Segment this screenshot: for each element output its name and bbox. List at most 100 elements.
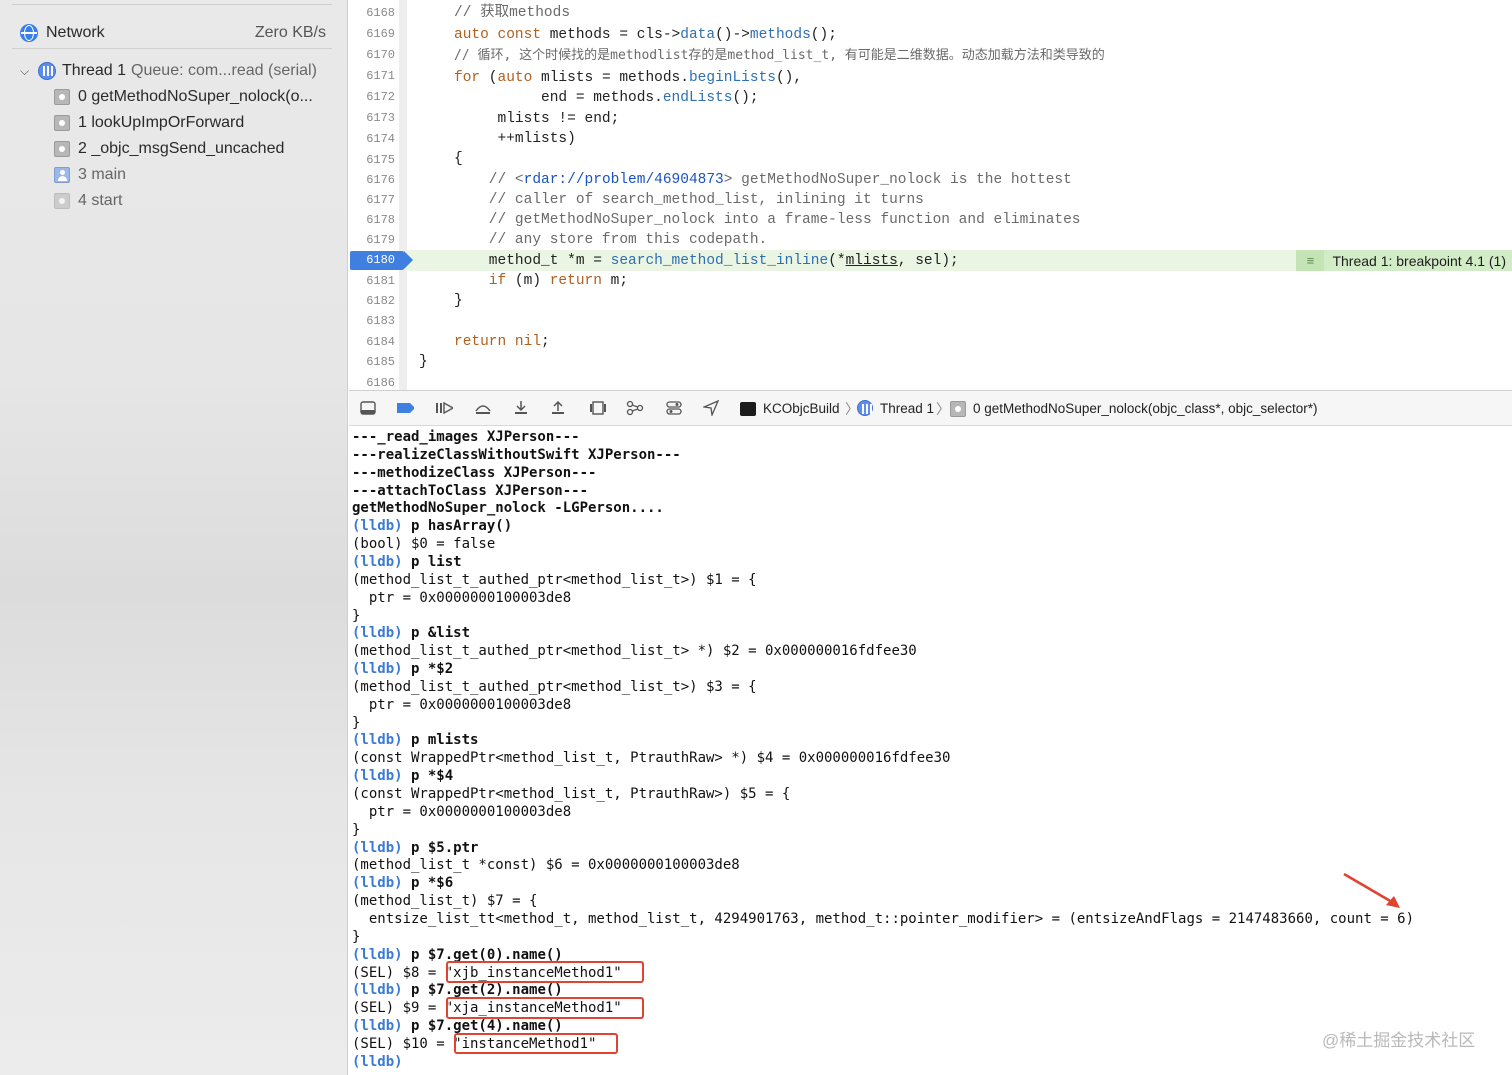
code-token: search_method_list_inline: [610, 253, 829, 269]
line-number: 6168: [366, 6, 395, 20]
terminal-icon: [739, 401, 757, 417]
code-token: ()->: [715, 27, 750, 43]
simulate-location-icon[interactable]: [702, 400, 720, 416]
code-token: end = methods.: [454, 90, 663, 106]
code-token: auto: [497, 70, 533, 86]
code-line: return nil;: [454, 332, 550, 352]
hide-debug-area-icon[interactable]: [359, 400, 377, 416]
console-output-line: (method_list_t) $7 = {: [352, 893, 538, 910]
line-number: 6176: [366, 173, 395, 187]
step-out-icon[interactable]: [549, 400, 567, 416]
code-line: // getMethodNoSuper_nolock into a frame-…: [454, 212, 1081, 228]
lldb-prompt: (lldb): [352, 982, 403, 999]
lldb-prompt: (lldb): [352, 553, 403, 570]
code-token: m;: [601, 273, 629, 289]
separator: [12, 4, 332, 5]
console-output-line: ptr = 0x0000000100003de8: [352, 696, 572, 713]
annotation-box: [446, 961, 644, 983]
breakpoint-marker[interactable]: 6180: [349, 250, 413, 271]
console-command: p *$2: [402, 661, 454, 678]
code-token: ;: [541, 334, 550, 350]
console-output-line: ---methodizeClass XJPerson---: [352, 464, 597, 481]
lldb-prompt: (lldb): [352, 661, 403, 678]
debug-navigator: Network Zero KB/s ⌵ Thread 1 Queue: com.…: [0, 0, 348, 1075]
line-number: 6174: [366, 132, 395, 146]
code-line: {: [454, 151, 463, 167]
code-token: methods: [749, 27, 811, 43]
lldb-prompt: (lldb): [352, 1053, 403, 1070]
line-number: 6186: [366, 376, 395, 390]
console-command-line: (lldb) p mlists: [352, 731, 478, 749]
thread-icon: [38, 62, 56, 80]
console-command-line: (lldb) p $5.ptr: [352, 839, 478, 857]
view-hierarchy-icon[interactable]: [589, 400, 607, 416]
step-into-icon[interactable]: [512, 400, 530, 416]
console-command: p $7.get(2).name(): [402, 982, 563, 999]
code-line: ++mlists): [454, 131, 576, 147]
chevron-right-icon: 〉: [936, 401, 950, 417]
code-line: auto const methods = cls->data()->method…: [454, 25, 837, 45]
stack-frame-0[interactable]: 0 getMethodNoSuper_nolock(o...: [54, 84, 313, 110]
code-token: methods = cls->: [541, 27, 681, 43]
code-token: return: [549, 273, 602, 289]
chevron-down-icon[interactable]: ⌵: [20, 64, 34, 79]
source-editor[interactable]: 6168 6169 6170 6171 6172 6173 6174 6175 …: [349, 0, 1512, 390]
lldb-prompt: (lldb): [352, 518, 403, 535]
frame-label: 2 _objc_msgSend_uncached: [78, 140, 285, 157]
thread-name: Thread 1: [62, 62, 127, 79]
console-output-line: (const WrappedPtr<method_list_t, Ptrauth…: [352, 750, 951, 767]
line-number: 6184: [366, 335, 395, 349]
line-number: 6175: [366, 153, 395, 167]
stack-frame-4[interactable]: 4 start: [54, 188, 122, 214]
console-output-line: ptr = 0x0000000100003de8: [352, 803, 572, 820]
console-command-line: (lldb) p list: [352, 553, 462, 571]
memory-graph-icon[interactable]: [626, 400, 644, 416]
annotation-arrow: [1343, 872, 1400, 908]
stack-frame-2[interactable]: 2 _objc_msgSend_uncached: [54, 136, 284, 162]
code-line: }: [419, 354, 428, 370]
console-command-line: (lldb): [352, 1053, 403, 1071]
gutter-ribbon: [399, 0, 407, 390]
thread-row[interactable]: ⌵ Thread 1 Queue: com...read (serial): [20, 58, 317, 84]
line-number: 6173: [366, 111, 395, 125]
frame-label: 4 start: [78, 192, 123, 209]
lldb-prompt: (lldb): [352, 875, 403, 892]
code-line-current: method_t *m = search_method_list_inline(…: [454, 251, 959, 271]
code-line: if (m) return m;: [454, 271, 628, 291]
line-number: 6177: [366, 193, 395, 207]
console-command: p $5.ptr: [402, 839, 479, 856]
environment-overrides-icon[interactable]: [665, 400, 683, 416]
rdar-link[interactable]: rdar://problem/46904873: [524, 172, 724, 188]
step-over-icon[interactable]: [474, 400, 492, 416]
code-token: mlists: [845, 253, 898, 269]
code-line: mlists != end;: [454, 111, 620, 127]
breadcrumb-scheme[interactable]: KCObjcBuild: [763, 400, 840, 418]
lldb-prompt: (lldb): [352, 768, 403, 785]
console-output-line: }: [352, 714, 361, 731]
continue-icon[interactable]: [435, 400, 453, 416]
code-line: for (auto mlists = methods.beginLists(),: [454, 68, 802, 88]
frame-label: 0 getMethodNoSuper_nolock(o...: [78, 88, 313, 105]
console-command: p *$6: [402, 875, 454, 892]
console-command-line: (lldb) p *$6: [352, 874, 453, 892]
console-output-line: (method_list_t_authed_ptr<method_list_t>…: [352, 678, 757, 695]
stack-frame-1[interactable]: 1 lookUpImpOrForward: [54, 110, 244, 136]
console-command: p mlists: [402, 732, 479, 749]
stack-frame-3[interactable]: 3 main: [54, 162, 126, 188]
breadcrumb-thread[interactable]: Thread 1: [880, 400, 934, 418]
code-token: mlists = methods.: [532, 70, 689, 86]
lldb-prompt: (lldb): [352, 732, 403, 749]
console-command: p *$4: [402, 768, 454, 785]
breakpoints-toggle-icon[interactable]: [396, 400, 414, 416]
breakpoint-tip: [404, 251, 413, 269]
console-output-line: (method_list_t_authed_ptr<method_list_t>…: [352, 643, 917, 660]
network-gauge[interactable]: Network Zero KB/s: [20, 20, 330, 46]
user-code-icon: [54, 167, 70, 183]
breakpoint-annotation[interactable]: ≡ Thread 1: breakpoint 4.1 (1): [1296, 250, 1512, 271]
code-token: return nil: [454, 334, 542, 350]
console-output-line: (method_list_t *const) $6 = 0x0000000100…: [352, 857, 740, 874]
breadcrumb-frame[interactable]: 0 getMethodNoSuper_nolock(objc_class*, o…: [973, 400, 1317, 418]
console-command: p $7.get(4).name(): [402, 1018, 563, 1035]
network-label: Network: [46, 24, 105, 41]
frame-icon: [54, 193, 70, 209]
